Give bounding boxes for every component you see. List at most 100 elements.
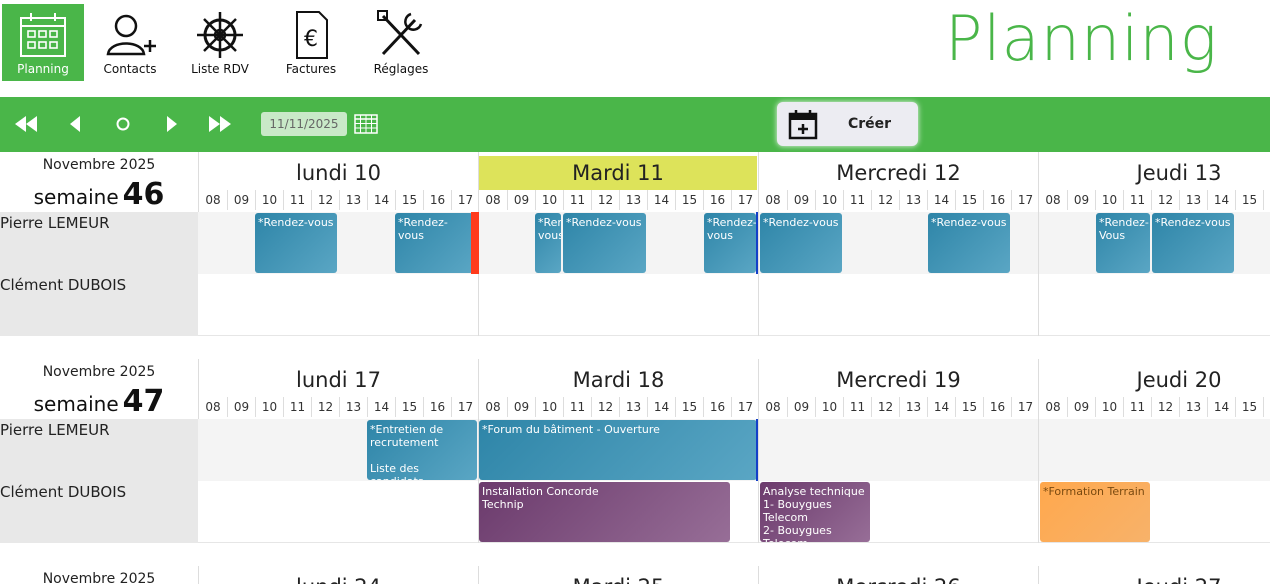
nav-planning[interactable]: Planning [2, 4, 84, 81]
nav-contacts[interactable]: Contacts [89, 4, 171, 81]
resource-row: Pierre LEMEUR *Rendez-vous *Rendez-vous … [0, 212, 1270, 274]
forward-icon [167, 116, 177, 132]
nav-reglages[interactable]: Réglages [360, 4, 442, 81]
row-timeline[interactable] [198, 274, 1270, 336]
resource-name: Pierre LEMEUR [0, 212, 198, 274]
day-title: Mardi 18 [572, 368, 665, 392]
day-header[interactable]: Mercredi 26 [758, 566, 1038, 584]
event-line: 1- Bouygues Telecom [763, 498, 832, 524]
event[interactable]: Installation Concorde Technip [479, 482, 730, 542]
hour-label: 13 [1179, 190, 1207, 210]
day-header[interactable]: Mercredi 19 08 09 10 11 12 13 14 15 16 17 [758, 359, 1038, 419]
forward-button[interactable] [158, 111, 186, 137]
calendar-picker-button[interactable] [352, 111, 380, 137]
hour-label: 10 [815, 397, 843, 417]
day-header[interactable]: Mardi 11 08 09 10 11 12 13 14 15 16 17 [478, 152, 758, 212]
today-button[interactable] [109, 111, 137, 137]
hour-label: 11 [843, 397, 871, 417]
hour-label: 16 [983, 190, 1011, 210]
hour-row: 08 091011121314151617 [759, 190, 1038, 210]
hour-label: 15 [395, 190, 423, 210]
fast-back-icon [15, 116, 37, 132]
fast-back-button[interactable] [12, 111, 40, 137]
day-header[interactable]: Mardi 25 [478, 566, 758, 584]
week-month: Novembre 2025 [42, 157, 156, 173]
hour-label: 10 [1095, 190, 1123, 210]
hour-label: 14 [647, 190, 675, 210]
hour-label: 12 [311, 397, 339, 417]
euro-invoice-icon: € [296, 11, 328, 59]
event[interactable]: *Rendez-vous [255, 213, 337, 273]
hour-label: 10 [535, 397, 563, 417]
hour-label: 12 [871, 397, 899, 417]
hour-label: 08 [485, 400, 501, 414]
event[interactable]: *Rendez-vous [704, 213, 756, 273]
resource-row: Clément DUBOIS Installation Concorde Tec… [0, 481, 1270, 543]
event-line: Installation Concorde [482, 485, 599, 498]
week-label: semaine [33, 392, 119, 416]
day-header[interactable]: Jeudi 27 [1038, 566, 1270, 584]
hour-label: 08 [765, 193, 781, 207]
hour-row: 08 091011121314151617 [199, 190, 478, 210]
hour-label: 10 [535, 190, 563, 210]
hour-label: 14 [927, 397, 955, 417]
hour-label: 14 [367, 190, 395, 210]
page-title: Planning [945, 2, 1218, 75]
hour-label: 09 [227, 190, 255, 210]
hour-label: 08 [485, 193, 501, 207]
day-header[interactable]: lundi 10 08 09 10 11 12 13 14 15 16 17 [198, 152, 478, 212]
event[interactable]: *Rendez-vous [395, 213, 473, 273]
hour-label: 15 [675, 190, 703, 210]
hour-label: 10 [255, 190, 283, 210]
create-button[interactable]: Créer [777, 102, 918, 146]
day-header[interactable]: Mardi 18 08 09 10 11 12 13 14 15 16 17 [478, 359, 758, 419]
back-icon [70, 116, 80, 132]
hour-label: 09 [507, 397, 535, 417]
back-button[interactable] [61, 111, 89, 137]
nav-factures[interactable]: € Factures [270, 4, 352, 81]
tools-icon [377, 10, 423, 56]
hour-label: 13 [619, 397, 647, 417]
day-header[interactable]: Mercredi 12 08 09 10 11 12 13 14 15 16 17 [758, 152, 1038, 212]
hour-label: 14 [1207, 397, 1235, 417]
hour-row: 08 091011121314151617 [199, 397, 478, 417]
day-title: Mardi 25 [479, 570, 758, 584]
nav-liste-rdv[interactable]: Liste RDV [179, 4, 261, 81]
event[interactable]: *Rendez-vous [928, 213, 1010, 273]
day-title: Mercredi 12 [836, 161, 961, 185]
day-header[interactable]: lundi 17 08 09 10 11 12 13 14 15 16 17 [198, 359, 478, 419]
hour-label: 09 [1067, 397, 1095, 417]
calendar-grid-icon [20, 13, 66, 57]
fast-forward-button[interactable] [206, 111, 234, 137]
event[interactable]: *Rendez-Vous [1096, 213, 1150, 273]
day-header[interactable]: lundi 24 [198, 566, 478, 584]
hour-row: 08 091011121314151617 [479, 190, 758, 210]
event[interactable]: *Entretien de recrutement Liste des cand… [367, 420, 477, 480]
event[interactable]: *Rendez-vous [1152, 213, 1234, 273]
calendar-plus-icon [788, 110, 818, 140]
hour-label: 12 [311, 190, 339, 210]
event[interactable]: *Rendez-vous [760, 213, 842, 273]
hour-label: 16 [703, 190, 731, 210]
week-header: Novembre 2025 semaine 47 [0, 359, 198, 419]
hour-label: 16 [983, 397, 1011, 417]
event[interactable]: Analyse technique 1- Bouygues Telecom 2-… [760, 482, 870, 542]
event-line: 2- Bouygues Telecom [763, 524, 832, 542]
hour-label: 10 [1095, 397, 1123, 417]
hour-label: 13 [339, 397, 367, 417]
nav-label: Factures [285, 62, 337, 76]
event[interactable]: *Rendez-vous [535, 213, 561, 273]
event[interactable]: *Formation Terrain [1040, 482, 1150, 542]
hour-label: 11 [563, 190, 591, 210]
hour-label: 17 [1011, 190, 1039, 210]
week-block-47: Novembre 2025 semaine 47 lundi 17 08 09 10 1… [0, 359, 1270, 543]
week-header: Novembre 2025 semaine 46 [0, 152, 198, 212]
event[interactable]: *Forum du bâtiment - Ouverture [479, 420, 757, 480]
date-input[interactable] [261, 112, 347, 136]
week-number: 47 [122, 384, 165, 419]
day-title: Mercredi 26 [759, 570, 1038, 584]
week-month: Novembre 2025 [42, 571, 156, 584]
day-header[interactable]: Jeudi 20 08091011121314151617 [1038, 359, 1270, 419]
day-header[interactable]: Jeudi 13 08091011121314151617 [1038, 152, 1270, 212]
event[interactable]: *Rendez-vous [563, 213, 646, 273]
